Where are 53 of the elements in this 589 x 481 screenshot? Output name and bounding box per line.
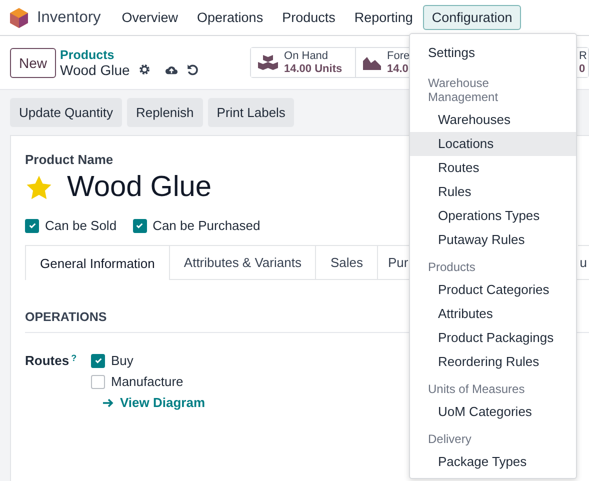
action-button[interactable]: Print Labels <box>208 98 294 127</box>
dropdown-item[interactable]: UoM Categories <box>410 400 576 424</box>
stat-button[interactable]: On Hand 14.00 Units <box>251 48 356 77</box>
check-icon <box>94 356 102 365</box>
field-label: Product Name <box>25 152 114 167</box>
dropdown-item[interactable]: Reordering Rules <box>410 350 576 374</box>
cubes-icon <box>257 54 280 72</box>
menu-section-header: Warehouse Management <box>427 75 500 106</box>
menu-section-header: Products <box>427 259 476 276</box>
dropdown-item[interactable]: Product Categories <box>410 278 576 302</box>
dropdown-item[interactable]: Rules <box>410 180 576 204</box>
area-chart-icon <box>362 54 382 70</box>
checkbox-label: Manufacture <box>111 374 184 389</box>
menu-item[interactable]: Products <box>273 5 344 30</box>
checkbox-label: Can be Sold <box>45 218 117 233</box>
menu-item[interactable]: Reporting <box>345 5 422 30</box>
field-label: Routes? <box>25 353 78 370</box>
dropdown-item[interactable]: Putaway Rules <box>410 228 576 252</box>
new-button[interactable]: New <box>10 48 56 78</box>
breadcrumb-link[interactable]: Products <box>60 48 250 62</box>
app-name[interactable]: Inventory <box>37 8 101 26</box>
menu-item[interactable]: Configuration <box>422 5 522 30</box>
view-diagram-link[interactable]: View Diagram <box>103 395 206 410</box>
product-name[interactable]: Wood Glue <box>67 171 212 204</box>
dropdown-item[interactable]: Package Types <box>410 450 576 474</box>
action-button[interactable]: Update Quantity <box>10 98 122 127</box>
check-icon <box>135 221 144 230</box>
menu-section-header: Delivery <box>427 431 472 448</box>
checkbox[interactable] <box>132 218 147 232</box>
dropdown-item[interactable]: Warehouses <box>410 108 576 132</box>
dropdown-item[interactable]: Locations <box>410 132 576 156</box>
menu-item[interactable]: Operations <box>188 5 272 30</box>
tab[interactable]: General Information <box>25 245 170 280</box>
check-icon <box>28 221 36 230</box>
checkbox[interactable] <box>25 218 39 232</box>
checkbox[interactable] <box>91 374 105 388</box>
arrow-right-icon <box>103 398 114 408</box>
app-logo-icon[interactable] <box>10 8 28 28</box>
settings-icon[interactable] <box>138 63 151 76</box>
dropdown-item[interactable]: Routes <box>410 156 576 180</box>
tab[interactable]: Sales <box>316 245 378 279</box>
menu-section-header: Units of Measures <box>427 381 526 398</box>
undo-icon[interactable] <box>186 63 199 76</box>
star-icon[interactable] <box>25 174 53 202</box>
action-button[interactable]: Replenish <box>126 98 203 127</box>
checkbox-label: Can be Purchased <box>152 218 260 233</box>
menu-item[interactable]: Overview <box>112 5 188 30</box>
stat-button[interactable]: R 0 <box>578 48 588 77</box>
checkbox[interactable] <box>91 354 105 368</box>
record-name: Wood Glue <box>60 62 130 78</box>
checkbox-label: Buy <box>111 353 134 368</box>
tab[interactable]: Attributes & Variants <box>170 245 316 279</box>
dropdown-item[interactable]: Operations Types <box>410 204 576 228</box>
